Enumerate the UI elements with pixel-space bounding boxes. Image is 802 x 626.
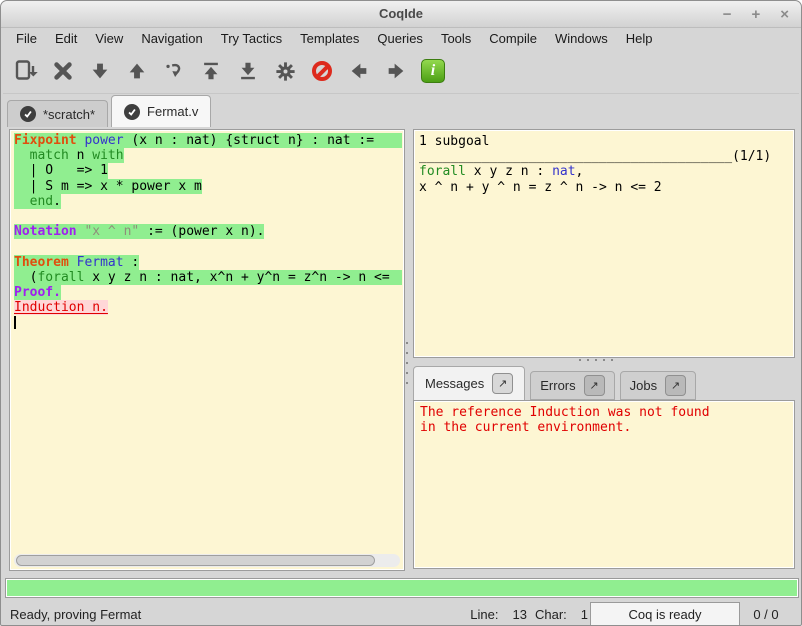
close-button[interactable]: × xyxy=(780,7,789,22)
code-area[interactable]: Fixpoint power (x n : nat) {struct n} : … xyxy=(14,133,402,552)
title-bar: CoqIde − + × xyxy=(1,1,801,28)
interrupt-icon[interactable] xyxy=(307,56,337,86)
previous-icon[interactable] xyxy=(344,56,374,86)
code-line: Induction n. xyxy=(14,300,402,315)
code-line: 1 subgoal xyxy=(419,134,792,149)
tab-check-icon xyxy=(20,106,36,122)
bottom-tab-bar: Messages ↗ Errors ↗ Jobs ↗ xyxy=(413,367,701,400)
detach-icon[interactable]: ↗ xyxy=(665,375,686,396)
code-line: in the current environment. xyxy=(420,420,792,435)
menu-compile[interactable]: Compile xyxy=(480,29,546,48)
goals-panel: 1 subgoal_______________________________… xyxy=(413,129,795,358)
tab-scratch[interactable]: *scratch* xyxy=(7,100,108,127)
tab-check-icon xyxy=(124,104,140,120)
horizontal-splitter-handle[interactable] xyxy=(579,359,613,361)
detach-icon[interactable]: ↗ xyxy=(492,373,513,394)
tab-label: Errors xyxy=(540,378,575,393)
code-line: forall x y z n : nat, xyxy=(419,164,792,179)
text-cursor xyxy=(14,316,16,329)
window-title: CoqIde xyxy=(1,1,801,26)
jobs-count: 0 / 0 xyxy=(740,607,792,622)
code-line: | O => 1 xyxy=(14,163,402,178)
menu-windows[interactable]: Windows xyxy=(546,29,617,48)
messages-content: The reference Induction was not foundin … xyxy=(420,405,792,566)
step-backward-icon[interactable] xyxy=(122,56,152,86)
tab-fermat[interactable]: Fermat.v xyxy=(111,95,211,127)
menu-navigation[interactable]: Navigation xyxy=(132,29,211,48)
restart-icon[interactable] xyxy=(196,56,226,86)
menu-bar: FileEditViewNavigationTry TacticsTemplat… xyxy=(3,27,799,49)
menu-templates[interactable]: Templates xyxy=(291,29,368,48)
goto-cursor-icon[interactable] xyxy=(159,56,189,86)
script-editor-panel[interactable]: Fixpoint power (x n : nat) {struct n} : … xyxy=(9,129,405,571)
coq-status-box: Coq is ready xyxy=(590,602,740,626)
messages-panel: The reference Induction was not foundin … xyxy=(413,400,795,569)
progress-fill xyxy=(7,580,797,596)
tab-errors[interactable]: Errors ↗ xyxy=(530,371,614,400)
menu-try-tactics[interactable]: Try Tactics xyxy=(212,29,291,48)
status-bar: Ready, proving Fermat Line: 13 Char: 1 C… xyxy=(1,601,801,626)
char-value: 1 xyxy=(581,607,588,622)
close-doc-icon[interactable] xyxy=(48,56,78,86)
next-icon[interactable] xyxy=(381,56,411,86)
maximize-button[interactable]: + xyxy=(751,7,760,22)
vertical-splitter-handle[interactable] xyxy=(406,342,408,384)
goto-end-icon[interactable] xyxy=(233,56,263,86)
code-line: Proof. xyxy=(14,285,402,300)
code-line: end. xyxy=(14,194,402,209)
menu-view[interactable]: View xyxy=(86,29,132,48)
window-controls: − + × xyxy=(723,1,789,27)
menu-edit[interactable]: Edit xyxy=(46,29,86,48)
minimize-button[interactable]: − xyxy=(723,7,732,22)
line-value: 13 xyxy=(513,607,527,622)
toolbar: i xyxy=(3,49,799,94)
step-forward-icon[interactable] xyxy=(85,56,115,86)
save-icon[interactable] xyxy=(11,56,41,86)
code-line: Fixpoint power (x n : nat) {struct n} : … xyxy=(14,133,402,148)
code-line: (forall x y z n : nat, x^n + y^n = z^n -… xyxy=(14,270,402,285)
goals-content: 1 subgoal_______________________________… xyxy=(419,134,792,355)
tab-jobs[interactable]: Jobs ↗ xyxy=(620,371,696,400)
scrollbar-thumb[interactable] xyxy=(16,555,375,566)
line-label: Line: xyxy=(470,607,498,622)
tab-label: *scratch* xyxy=(43,107,95,122)
tab-messages[interactable]: Messages ↗ xyxy=(413,366,525,400)
menu-queries[interactable]: Queries xyxy=(368,29,432,48)
tab-label: Messages xyxy=(425,376,484,391)
horizontal-scrollbar[interactable] xyxy=(14,554,400,567)
about-icon[interactable]: i xyxy=(418,56,448,86)
status-message: Ready, proving Fermat xyxy=(10,607,470,622)
code-line: x ^ n + y ^ n = z ^ n -> n <= 2 xyxy=(419,180,792,195)
menu-tools[interactable]: Tools xyxy=(432,29,480,48)
code-line: | S m => x * power x m xyxy=(14,179,402,194)
status-right: Line: 13 Char: 1 Coq is ready 0 / 0 xyxy=(470,602,792,626)
code-line: match n with xyxy=(14,148,402,163)
detach-icon[interactable]: ↗ xyxy=(584,375,605,396)
code-line: ________________________________________… xyxy=(419,149,792,164)
code-line: Theorem Fermat : xyxy=(14,255,402,270)
progress-bar xyxy=(5,578,799,598)
char-label: Char: xyxy=(535,607,567,622)
code-line: Notation "x ^ n" := (power x n). xyxy=(14,224,402,239)
menu-file[interactable]: File xyxy=(7,29,46,48)
code-line xyxy=(14,209,402,224)
coq-status-text: Coq is ready xyxy=(629,607,702,622)
tab-label: Fermat.v xyxy=(147,104,198,119)
fully-check-icon[interactable] xyxy=(270,56,300,86)
code-line xyxy=(14,239,402,254)
tab-label: Jobs xyxy=(630,378,657,393)
menu-help[interactable]: Help xyxy=(617,29,662,48)
code-line: The reference Induction was not found xyxy=(420,405,792,420)
coqide-window: CoqIde − + × FileEditViewNavigationTry T… xyxy=(0,0,802,626)
tab-bar: *scratch* Fermat.v xyxy=(7,96,214,127)
